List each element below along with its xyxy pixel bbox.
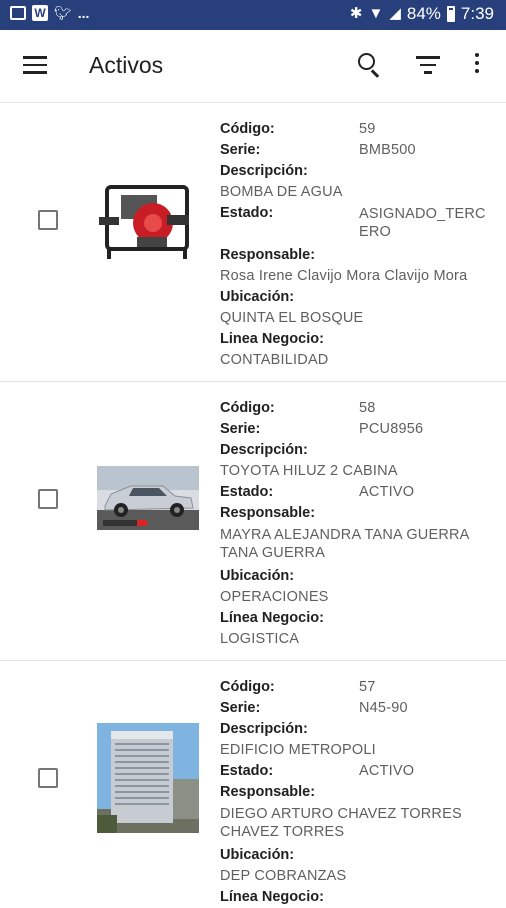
business-line-label: Linea Negocio: bbox=[220, 331, 324, 347]
status-label: Estado: bbox=[220, 763, 274, 779]
business-line-value: CONTABILIDAD bbox=[220, 352, 329, 368]
asset-fields: Código: 58 Serie: PCU8956 Descripción: TOY… bbox=[220, 398, 500, 650]
status-value: ACTIVO bbox=[359, 763, 415, 779]
code-value: 57 bbox=[359, 679, 376, 695]
code-label: Código: bbox=[220, 679, 275, 695]
notification-icons: W 🐦︎ ... bbox=[10, 5, 89, 21]
list-item[interactable]: Código: 59 Serie: BMB500 Descripción: BOMB… bbox=[0, 103, 506, 382]
location-label: Ubicación: bbox=[220, 289, 295, 305]
status-bar: W 🐦︎ ... ✱ ▼ ◢ 84% 7:39 bbox=[0, 0, 506, 30]
owner-label: Responsable: bbox=[220, 784, 316, 800]
clock-time: 7:39 bbox=[460, 4, 494, 23]
owner-value: Rosa Irene Clavijo Mora Clavijo Mora bbox=[220, 268, 468, 284]
description-label: Descripción: bbox=[220, 163, 308, 179]
status-value: ACTIVO bbox=[359, 484, 415, 500]
office-building-image bbox=[97, 723, 199, 833]
code-label: Código: bbox=[220, 121, 275, 137]
select-checkbox[interactable] bbox=[38, 768, 58, 788]
twitter-notification-icon: 🐦︎ bbox=[54, 5, 72, 21]
filter-icon[interactable] bbox=[416, 56, 440, 74]
wifi-icon: ▼ bbox=[368, 5, 384, 22]
system-status-icons: ✱ ▼ ◢ 84% 7:39 bbox=[350, 4, 494, 24]
code-value: 59 bbox=[359, 121, 376, 137]
water-pump-image bbox=[99, 185, 189, 259]
list-item[interactable]: Código: 58 Serie: PCU8956 Descripción: TOY… bbox=[0, 382, 506, 661]
code-label: Código: bbox=[220, 400, 275, 416]
battery-percent: 84% bbox=[406, 4, 441, 23]
description-value: TOYOTA HILUZ 2 CABINA bbox=[220, 463, 398, 479]
more-vert-icon[interactable] bbox=[473, 53, 481, 77]
status-value: ASIGNADO_TERCERO bbox=[359, 206, 486, 240]
owner-value: DIEGO ARTURO CHAVEZ TORRES CHAVEZ TORRES bbox=[220, 806, 462, 840]
location-label: Ubicación: bbox=[220, 847, 295, 863]
serial-label: Serie: bbox=[220, 142, 261, 158]
business-line-label: Línea Negocio: bbox=[220, 889, 324, 905]
asset-fields: Código: 59 Serie: BMB500 Descripción: BOMB… bbox=[220, 119, 500, 371]
owner-label: Responsable: bbox=[220, 505, 316, 521]
serial-label: Serie: bbox=[220, 700, 261, 716]
serial-value: BMB500 bbox=[359, 142, 416, 158]
serial-value: N45-90 bbox=[359, 700, 408, 716]
list-item[interactable]: Código: 57 Serie: N45-90 Descripción: EDIF… bbox=[0, 661, 506, 905]
more-notifications-indicator: ... bbox=[77, 5, 90, 21]
status-label: Estado: bbox=[220, 484, 274, 500]
serial-label: Serie: bbox=[220, 421, 261, 437]
page-title: Activos bbox=[89, 52, 164, 78]
business-line-value: LOGISTICA bbox=[220, 631, 300, 647]
location-value: OPERACIONES bbox=[220, 589, 329, 605]
description-value: BOMBA DE AGUA bbox=[220, 184, 343, 200]
owner-label: Responsable: bbox=[220, 247, 316, 263]
serial-value: PCU8956 bbox=[359, 421, 424, 437]
select-checkbox[interactable] bbox=[38, 210, 58, 230]
asset-fields: Código: 57 Serie: N45-90 Descripción: EDIF… bbox=[220, 677, 500, 908]
menu-icon[interactable] bbox=[23, 56, 47, 74]
description-label: Descripción: bbox=[220, 721, 308, 737]
select-checkbox[interactable] bbox=[38, 489, 58, 509]
pickup-truck-image bbox=[97, 466, 199, 530]
app-bar: Activos bbox=[0, 30, 506, 103]
status-label: Estado: bbox=[220, 205, 274, 221]
code-value: 58 bbox=[359, 400, 376, 416]
description-value: EDIFICIO METROPOLI bbox=[220, 742, 376, 758]
business-line-label: Línea Negocio: bbox=[220, 610, 324, 626]
search-icon[interactable] bbox=[358, 53, 382, 78]
battery-icon bbox=[446, 6, 455, 22]
word-notification-icon: W bbox=[32, 5, 48, 21]
description-label: Descripción: bbox=[220, 442, 308, 458]
location-value: DEP COBRANZAS bbox=[220, 868, 347, 884]
owner-value: MAYRA ALEJANDRA TANA GUERRA TANA GUERRA bbox=[220, 527, 469, 561]
location-label: Ubicación: bbox=[220, 568, 295, 584]
bluetooth-icon: ✱ bbox=[349, 5, 363, 22]
location-value: QUINTA EL BOSQUE bbox=[220, 310, 364, 326]
asset-list: Código: 59 Serie: BMB500 Descripción: BOMB… bbox=[0, 103, 506, 905]
image-notification-icon bbox=[10, 6, 26, 20]
signal-icon: ◢ bbox=[389, 5, 401, 22]
